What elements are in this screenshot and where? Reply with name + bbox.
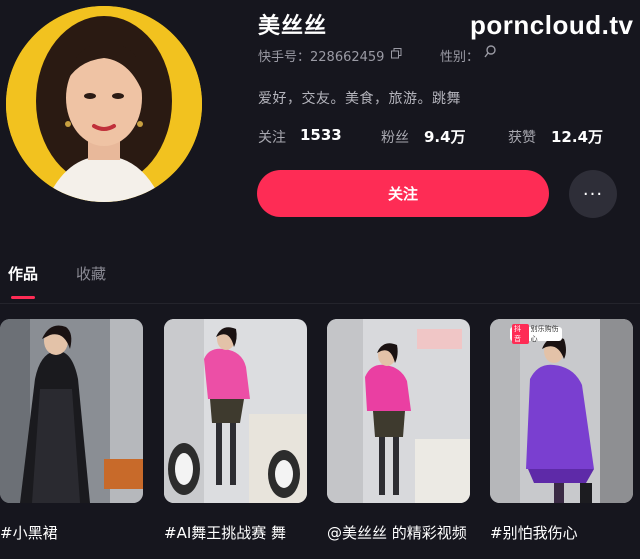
video-card-2[interactable] [164,319,307,503]
badge-tag: 抖音 [512,324,529,344]
profile-bio: 爱好，交友。美食，旅游。跳舞 [258,91,461,107]
likes-label: 获赞 [508,130,536,146]
video-caption-3[interactable]: @美丝丝 的精彩视频 [327,522,467,545]
tab-favorites[interactable]: 收藏 [76,263,106,284]
watermark: porncloud.tv [470,10,634,40]
video-badge: 抖音 别乐购伤心 [510,324,562,344]
profile-name: 美丝丝 [258,14,328,39]
follow-button[interactable]: 关注 [257,170,549,217]
avatar[interactable] [6,6,202,202]
badge-text: 别乐购伤心 [530,325,559,343]
more-icon[interactable]: ··· [569,170,617,218]
followers-count[interactable]: 9.4万 [424,126,466,147]
likes-count: 12.4万 [551,128,604,146]
followers-label[interactable]: 粉丝 [381,127,409,147]
gender-label: 性别： [440,50,480,65]
search-icon [484,45,496,62]
video-card-1[interactable] [0,319,143,503]
tab-divider [0,303,640,304]
video-card-4[interactable] [490,319,633,503]
video-caption-2[interactable]: #AI舞王挑战赛 舞 [164,522,314,545]
following-label[interactable]: 关注 [258,127,286,147]
video-card-3[interactable] [327,319,470,503]
active-tab-indicator [11,296,35,299]
video-caption-4[interactable]: #别怕我伤心 [490,522,640,545]
following-count[interactable]: 1533 [300,126,342,144]
user-id: 快手号：228662459 [258,50,385,65]
copy-icon[interactable] [391,48,402,62]
video-caption-1[interactable]: #小黑裙 [0,522,150,545]
tab-works[interactable]: 作品 [8,263,38,284]
